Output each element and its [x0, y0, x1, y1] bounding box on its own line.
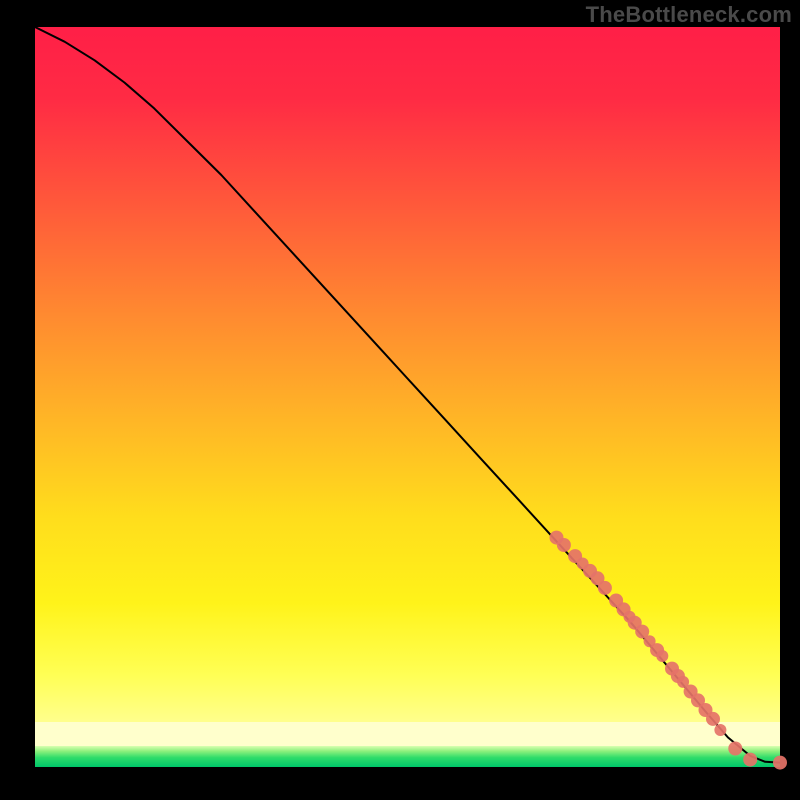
green-band: [35, 746, 780, 767]
data-point: [728, 742, 742, 756]
data-point: [598, 581, 612, 595]
chart-frame: TheBottleneck.com: [0, 0, 800, 800]
data-point: [714, 724, 726, 736]
data-point: [773, 756, 787, 770]
data-point: [706, 712, 720, 726]
data-point: [743, 753, 757, 767]
pale-band: [35, 722, 780, 746]
data-point: [557, 538, 571, 552]
data-point: [656, 650, 668, 662]
heat-background: [35, 27, 780, 747]
plot-area: [35, 27, 787, 770]
chart-svg: [0, 0, 800, 800]
